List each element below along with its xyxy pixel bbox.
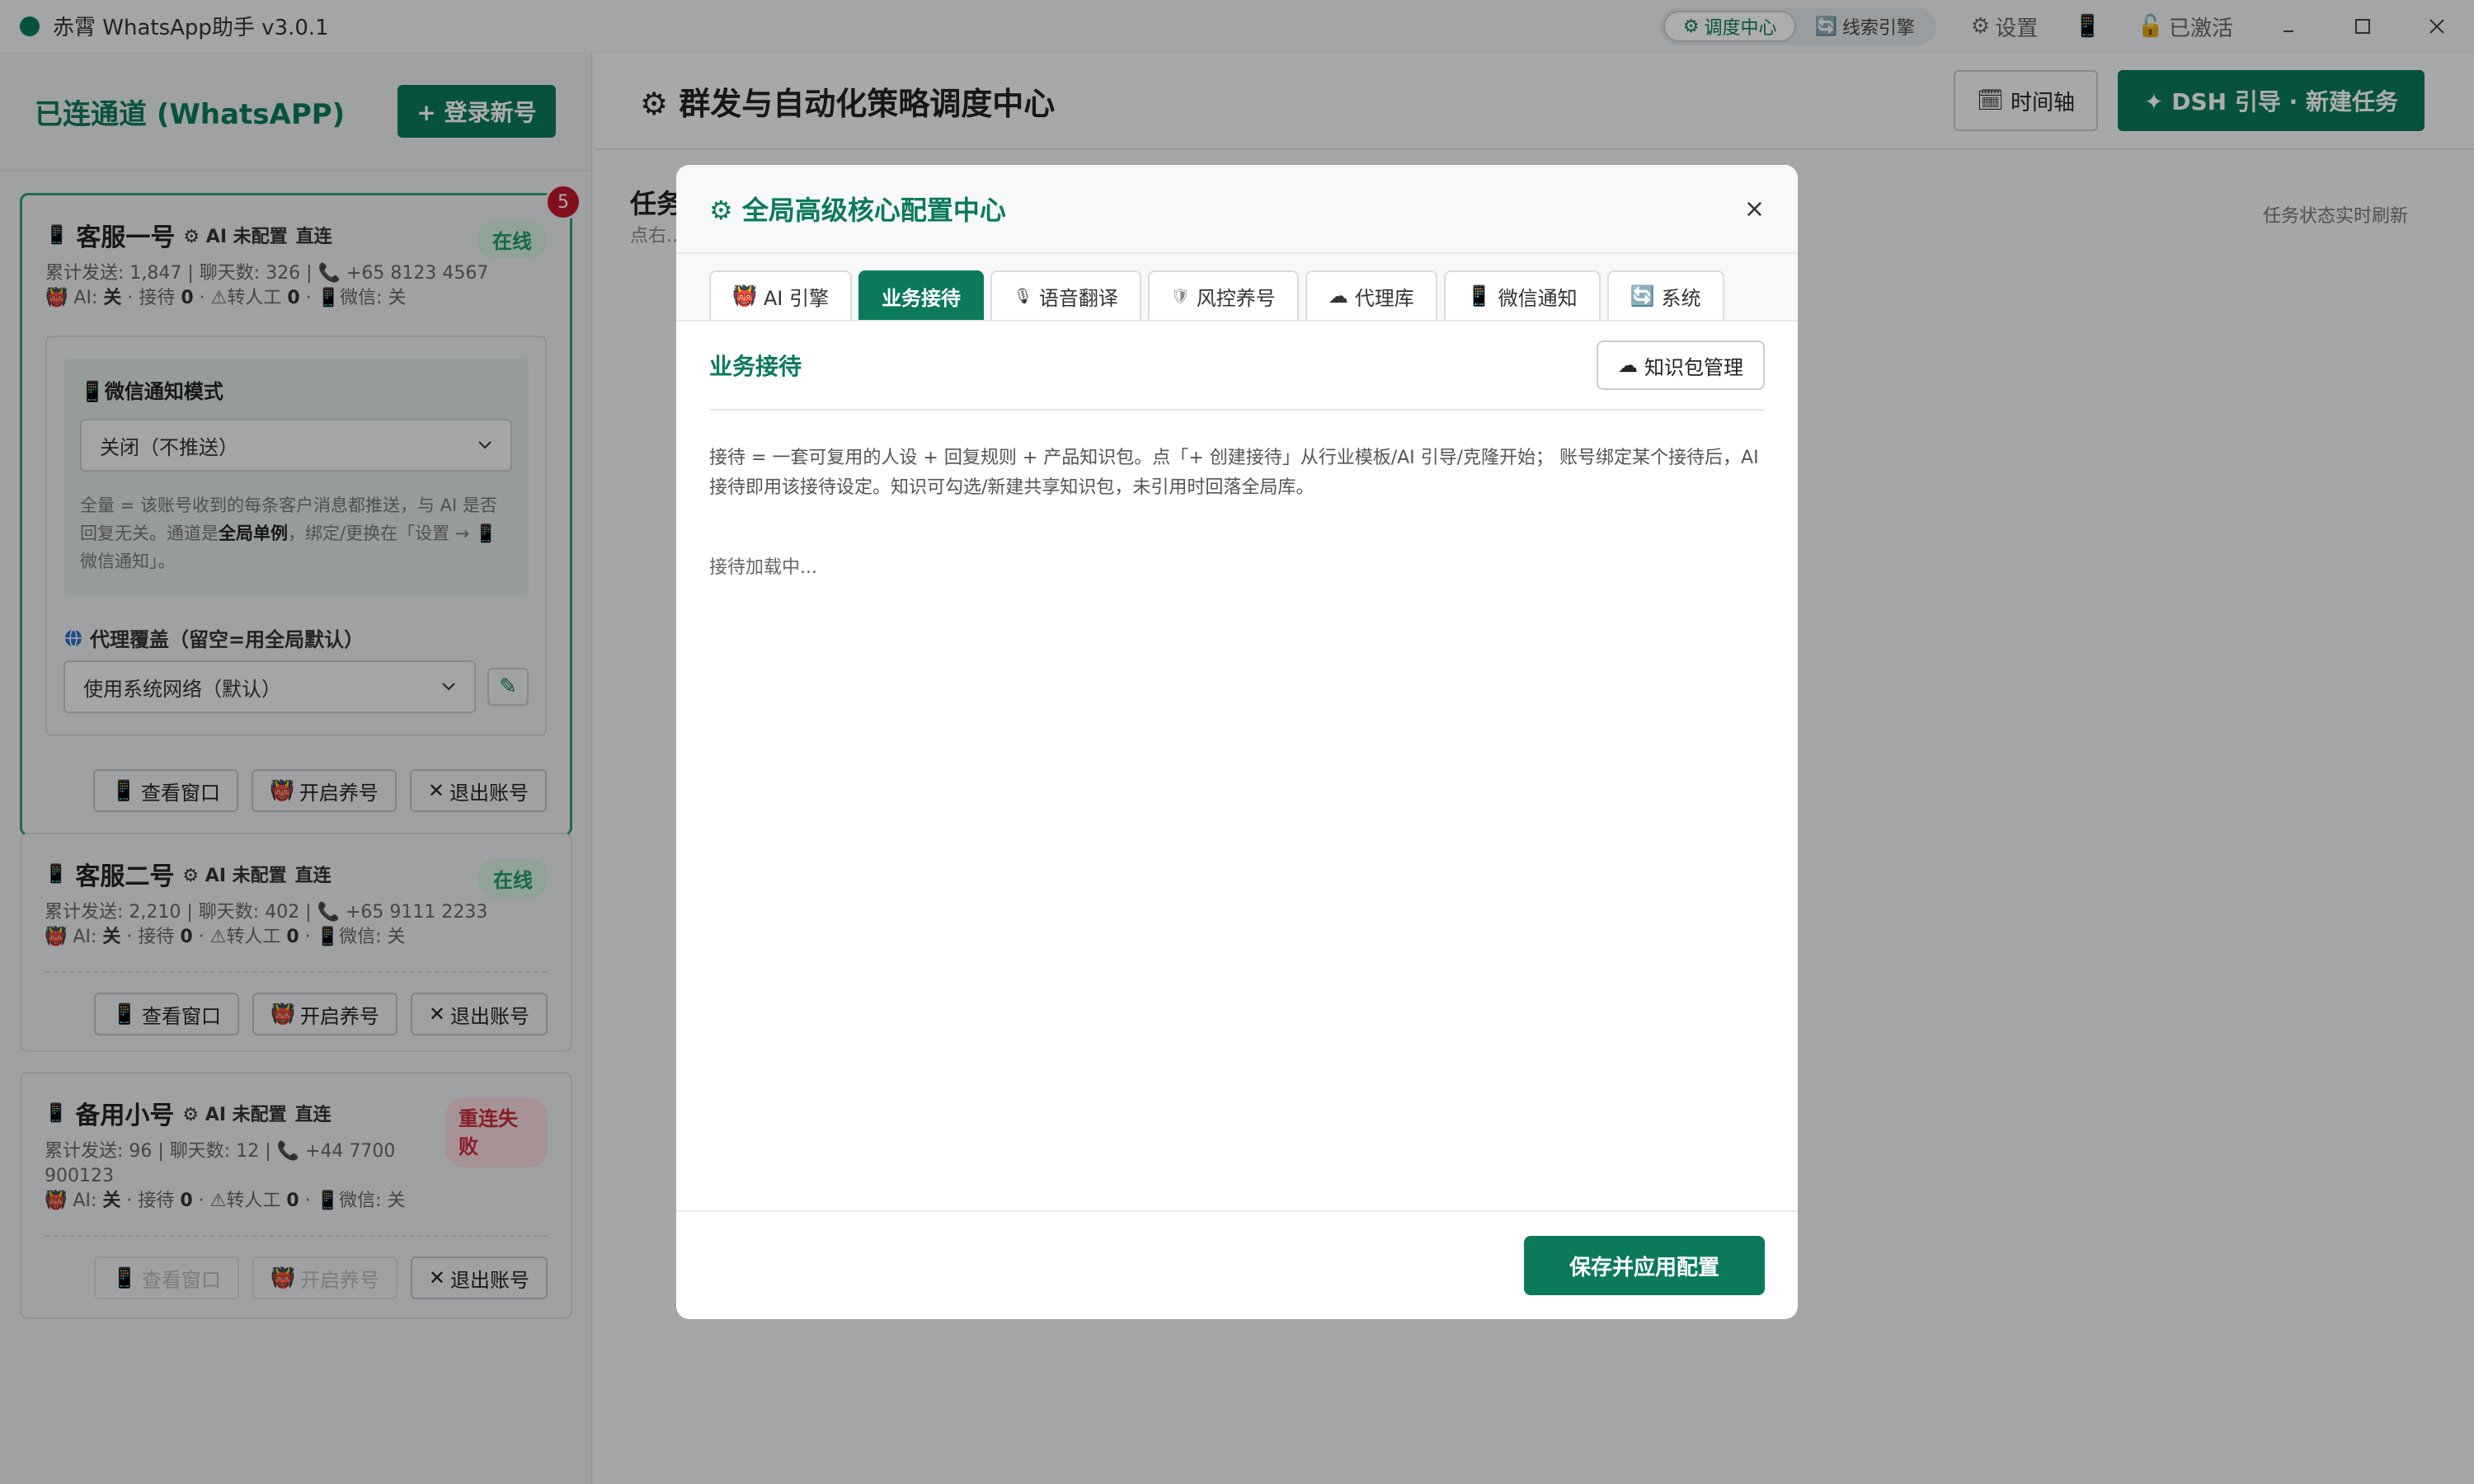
tab-voice-translation[interactable]: 🎙 语音翻译: [990, 270, 1141, 320]
tab-ai-engine[interactable]: 👹 AI 引擎: [709, 270, 853, 320]
tab-system[interactable]: 🔄 系统: [1606, 270, 1724, 320]
cloud-icon: ☁: [1618, 354, 1638, 377]
section-description: 接待 = 一套可复用的人设 + 回复规则 + 产品知识包。点「+ 创建接待」从行…: [709, 448, 1759, 498]
config-tabs: 👹 AI 引擎 业务接待 🎙 语音翻译 🛡 风控养号 ☁ 代理库 📱 微信通知 🔄 系统: [676, 254, 1798, 322]
tab-label: 代理库: [1354, 286, 1414, 310]
tab-proxy-pool[interactable]: ☁ 代理库: [1305, 270, 1437, 320]
tab-label: 语音翻译: [1038, 286, 1118, 310]
tab-risk-control[interactable]: 🛡 风控养号: [1147, 270, 1299, 320]
loading-text: 接待加载中...: [709, 557, 817, 578]
close-modal-button[interactable]: ×: [1744, 195, 1765, 223]
tab-label: 风控养号: [1196, 286, 1276, 310]
tab-label: AI 引擎: [763, 286, 830, 310]
knowledge-pack-button[interactable]: ☁ 知识包管理: [1597, 340, 1765, 390]
phone-icon: 📱: [1466, 284, 1492, 308]
modal-title: ⚙ 全局高级核心配置中心: [709, 195, 1006, 226]
tab-label: 微信通知: [1498, 286, 1578, 310]
knowledge-pack-label: 知识包管理: [1644, 355, 1743, 379]
microphone-icon: 🎙: [1014, 287, 1032, 305]
save-config-button[interactable]: 保存并应用配置: [1524, 1236, 1765, 1295]
tab-business-reception[interactable]: 业务接待: [858, 270, 985, 320]
ogre-icon: 👹: [732, 284, 757, 308]
tab-label: 系统: [1661, 286, 1701, 310]
section-title: 业务接待: [709, 353, 802, 380]
refresh-icon: 🔄: [1630, 284, 1655, 308]
shield-icon: 🛡: [1170, 287, 1190, 305]
tab-wechat-notify[interactable]: 📱 微信通知: [1443, 270, 1601, 320]
tab-label: 业务接待: [882, 286, 962, 310]
cloud-icon: ☁: [1328, 284, 1348, 308]
global-config-modal: ⚙ 全局高级核心配置中心 × 👹 AI 引擎 业务接待 🎙 语音翻译 🛡 风控养号 ☁…: [676, 165, 1798, 1319]
